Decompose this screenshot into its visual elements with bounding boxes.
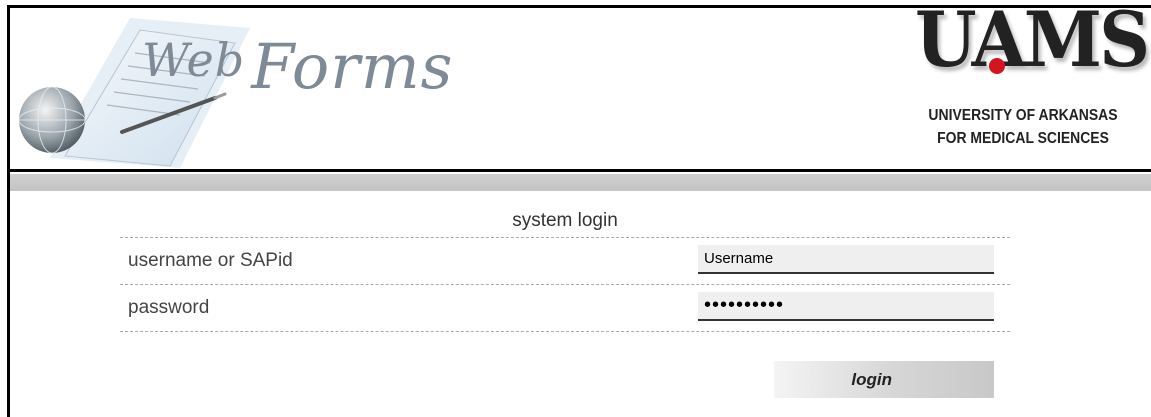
webforms-word1: Web — [142, 33, 246, 87]
webforms-logo: Web Forms — [10, 8, 452, 168]
login-form: system login username or SAPid password … — [120, 205, 1010, 398]
header-divider — [10, 169, 1151, 172]
uams-name-line1: UNIVERSITY OF ARKANSAS — [928, 107, 1118, 124]
header: Web Forms UAMS UNIVERSITY OF ARKANSAS FO… — [10, 2, 1151, 169]
uams-wordmark: UAMS — [915, 0, 1150, 84]
page-frame: Web Forms UAMS UNIVERSITY OF ARKANSAS FO… — [7, 2, 1151, 417]
login-button[interactable]: login — [774, 361, 994, 398]
uams-logo: UAMS UNIVERSITY OF ARKANSAS FOR MEDICAL … — [903, 2, 1150, 168]
username-input[interactable] — [698, 245, 994, 274]
password-input[interactable] — [698, 292, 994, 321]
username-label: username or SAPid — [128, 250, 293, 271]
webforms-word2: Forms — [251, 30, 454, 103]
username-row: username or SAPid — [120, 238, 1010, 285]
webforms-wordmark: Web Forms — [142, 30, 454, 103]
uams-red-dot-icon — [989, 58, 1005, 74]
form-title: system login — [120, 205, 1010, 238]
password-row: password — [120, 285, 1010, 332]
password-label: password — [128, 297, 210, 318]
uams-institution-name: UNIVERSITY OF ARKANSAS FOR MEDICAL SCIEN… — [915, 104, 1131, 150]
uams-name-line2: FOR MEDICAL SCIENCES — [937, 130, 1109, 147]
header-band — [10, 174, 1151, 191]
